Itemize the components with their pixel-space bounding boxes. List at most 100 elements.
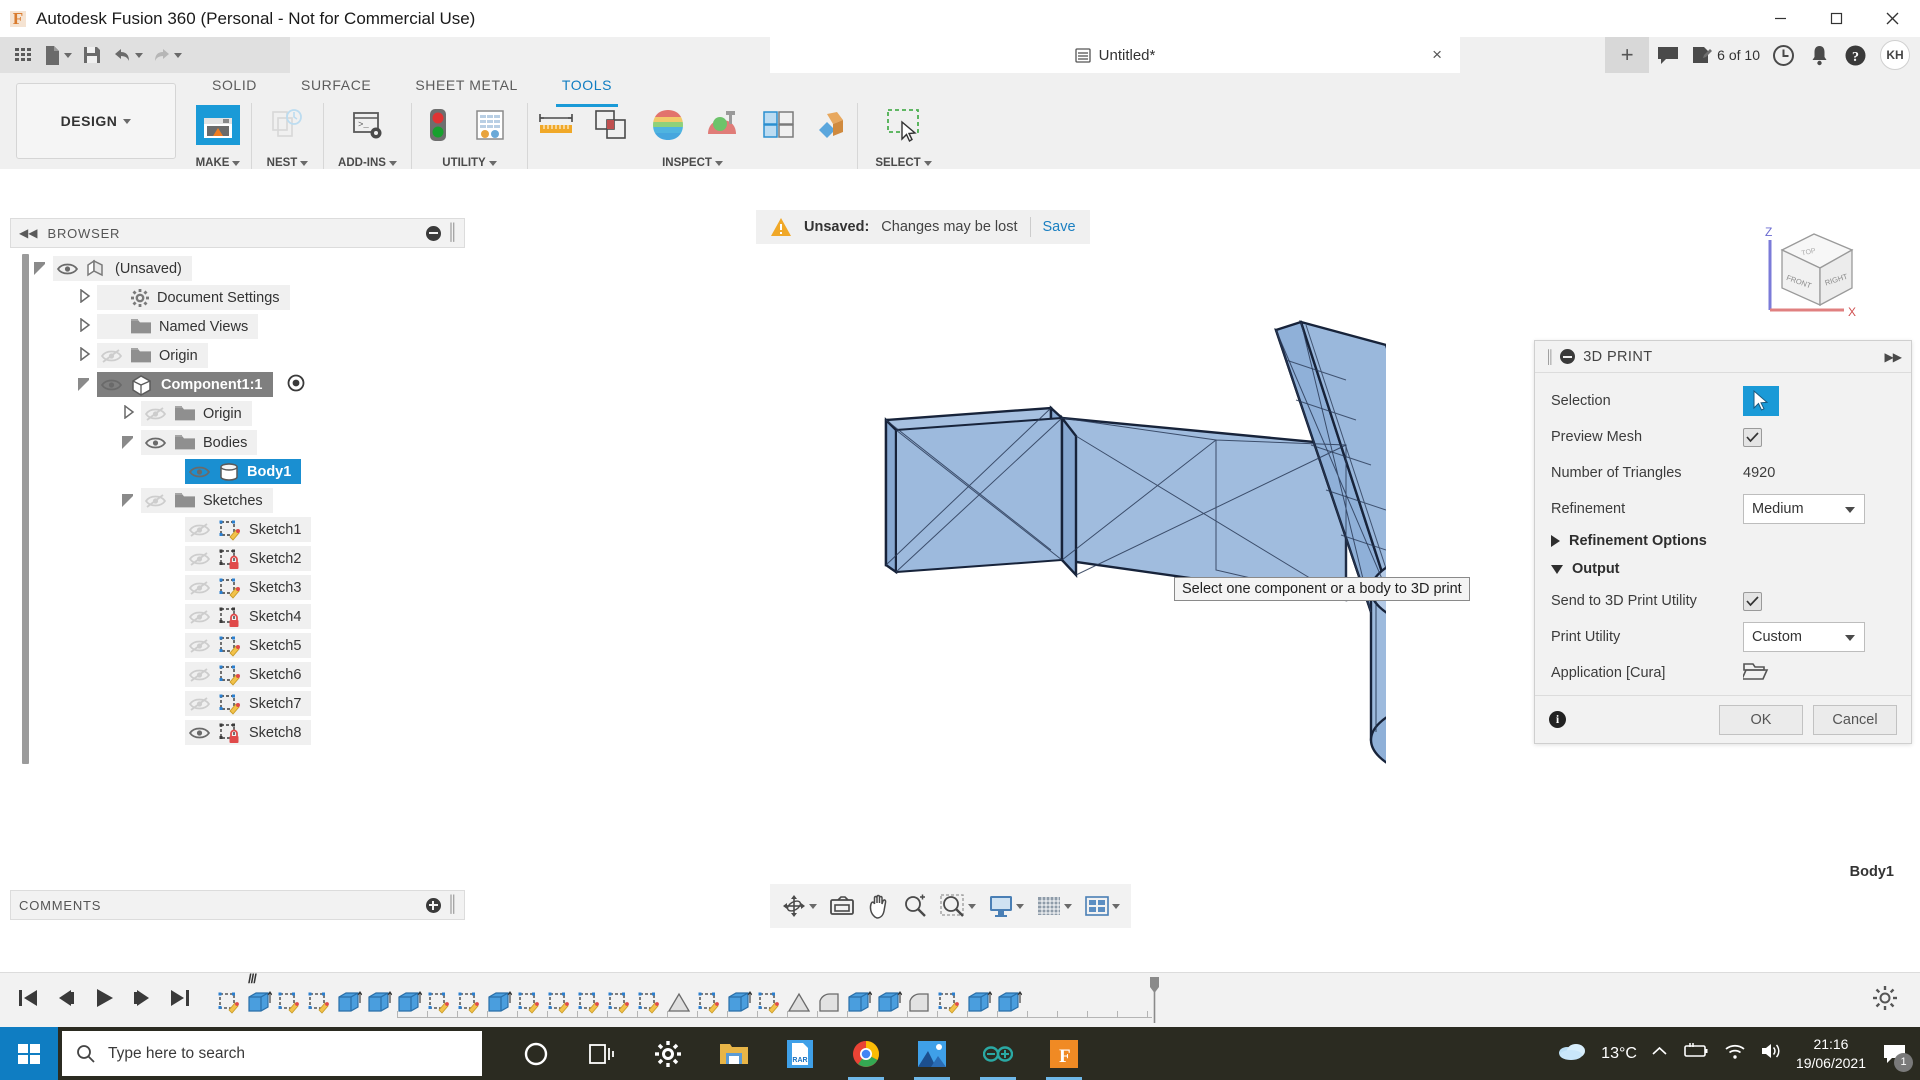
- extrude-feature[interactable]: [364, 983, 394, 1023]
- tab-tools[interactable]: TOOLS: [540, 73, 634, 103]
- tree-node-content[interactable]: Origin: [141, 401, 252, 426]
- clock[interactable]: 21:16 19/06/2021: [1796, 1035, 1866, 1073]
- panel-grip-icon[interactable]: ║: [447, 896, 456, 914]
- tree-node-content[interactable]: (Unsaved): [53, 256, 192, 281]
- save-link[interactable]: Save: [1043, 219, 1076, 235]
- expand-toggle-open-icon[interactable]: [78, 378, 91, 391]
- timeline-settings-icon[interactable]: [1872, 985, 1898, 1016]
- dialog-expand-icon[interactable]: ▶▶: [1885, 350, 1901, 364]
- expand-toggle-open-icon[interactable]: [122, 494, 135, 507]
- expand-toggle-open-icon[interactable]: [34, 262, 47, 275]
- extrude-feature[interactable]: ///: [244, 983, 274, 1023]
- play-button[interactable]: [92, 987, 116, 1014]
- draft-analysis-command[interactable]: [751, 103, 807, 145]
- tree-node-content[interactable]: Sketch4: [185, 604, 311, 629]
- tree-node[interactable]: Sketch7: [28, 689, 465, 718]
- job-status-button[interactable]: 6 of 10: [1687, 37, 1764, 73]
- tree-node[interactable]: Sketch8: [28, 718, 465, 747]
- viewports-button[interactable]: [1079, 887, 1125, 925]
- windows-start-button[interactable]: [0, 1027, 58, 1080]
- document-tab[interactable]: Untitled* ×: [770, 37, 1460, 73]
- visibility-eye-icon[interactable]: [189, 696, 211, 712]
- group-caption-select[interactable]: SELECT: [858, 157, 949, 169]
- dialog-header[interactable]: ║ 3D PRINT ▶▶: [1535, 341, 1911, 373]
- visibility-eye-icon[interactable]: [189, 464, 211, 480]
- tree-node-content[interactable]: Sketch6: [185, 662, 311, 687]
- tree-node[interactable]: Sketch3: [28, 573, 465, 602]
- visibility-eye-icon[interactable]: [57, 261, 79, 277]
- view-cube[interactable]: Z X TOP FRONT RIGHT: [1752, 210, 1872, 335]
- open-folder-button[interactable]: [1743, 660, 1769, 687]
- tree-node[interactable]: Sketches: [28, 486, 465, 515]
- tab-solid[interactable]: SOLID: [190, 73, 279, 103]
- compute-all-command[interactable]: [412, 103, 464, 145]
- tree-node-content[interactable]: Bodies: [141, 430, 257, 455]
- show-hidden-icons-icon[interactable]: [1651, 1045, 1668, 1063]
- tree-node[interactable]: Named Views: [28, 312, 465, 341]
- tree-node[interactable]: Document Settings: [28, 283, 465, 312]
- tree-node[interactable]: Sketch4: [28, 602, 465, 631]
- zebra-analysis-command[interactable]: [695, 103, 751, 145]
- tree-node[interactable]: Component1:1: [28, 370, 465, 399]
- print-utility-select[interactable]: Custom: [1743, 622, 1865, 652]
- sketch-feature[interactable]: [304, 983, 334, 1023]
- expand-toggle-closed-icon[interactable]: [78, 347, 91, 365]
- tree-node-content[interactable]: Sketch7: [185, 691, 311, 716]
- step-backward-button[interactable]: [54, 987, 78, 1014]
- cortana-icon[interactable]: [516, 1032, 556, 1076]
- model-parameters-command[interactable]: [464, 103, 516, 145]
- tree-node-content[interactable]: Component1:1: [97, 372, 273, 397]
- output-section[interactable]: Output: [1535, 555, 1911, 583]
- display-settings-button[interactable]: [983, 887, 1029, 925]
- tab-sheet-metal[interactable]: SHEET METAL: [393, 73, 540, 103]
- collapse-left-icon[interactable]: ◀◀: [19, 226, 37, 240]
- tree-node[interactable]: Origin: [28, 399, 465, 428]
- info-icon[interactable]: i: [1549, 711, 1566, 728]
- tree-node-content[interactable]: Sketches: [141, 488, 273, 513]
- jump-to-end-button[interactable]: [168, 987, 192, 1014]
- volume-icon[interactable]: [1760, 1042, 1782, 1065]
- tree-node-content[interactable]: Body1: [185, 459, 301, 484]
- look-at-button[interactable]: [824, 887, 860, 925]
- sketch-feature[interactable]: [214, 983, 244, 1023]
- browser-scrollbar[interactable]: [22, 254, 29, 764]
- battery-charging-icon[interactable]: [1682, 1042, 1710, 1065]
- group-caption-inspect[interactable]: INSPECT: [528, 157, 857, 169]
- minimize-button[interactable]: [1752, 0, 1808, 37]
- 3d-print-command[interactable]: [185, 103, 251, 145]
- model-geometry[interactable]: [466, 240, 1386, 800]
- tree-node-content[interactable]: Sketch8: [185, 720, 311, 745]
- wifi-icon[interactable]: [1724, 1042, 1746, 1065]
- group-caption-utility[interactable]: UTILITY: [412, 157, 527, 169]
- visibility-eye-icon[interactable]: [145, 406, 167, 422]
- select-command[interactable]: [858, 103, 949, 145]
- arduino-icon[interactable]: [978, 1032, 1018, 1076]
- selection-button[interactable]: [1743, 386, 1779, 416]
- settings-gear-icon[interactable]: [648, 1032, 688, 1076]
- taskbar-search[interactable]: Type here to search: [62, 1031, 482, 1076]
- notification-bell-icon[interactable]: [1802, 37, 1836, 73]
- extrude-feature[interactable]: [334, 983, 364, 1023]
- section-analysis-command[interactable]: [807, 103, 857, 145]
- winrar-icon[interactable]: RAR: [780, 1032, 820, 1076]
- timeline-end-marker[interactable]: [1149, 977, 1158, 1021]
- app-grid-icon[interactable]: [8, 40, 38, 70]
- fusion360-icon[interactable]: F: [1044, 1032, 1084, 1076]
- send-utility-checkbox[interactable]: [1743, 592, 1762, 611]
- file-explorer-icon[interactable]: [714, 1032, 754, 1076]
- tree-node-content[interactable]: Origin: [97, 343, 208, 368]
- undo-button[interactable]: [109, 40, 146, 70]
- photos-icon[interactable]: [912, 1032, 952, 1076]
- notifications-button[interactable]: 1: [1880, 1039, 1910, 1069]
- tree-node[interactable]: Body1: [28, 457, 465, 486]
- zoom-window-button[interactable]: [935, 887, 981, 925]
- browser-minimize-icon[interactable]: [426, 226, 441, 241]
- sketch-feature[interactable]: [274, 983, 304, 1023]
- tree-node[interactable]: Sketch1: [28, 515, 465, 544]
- preview-mesh-checkbox[interactable]: [1743, 428, 1762, 447]
- measure-command[interactable]: [528, 103, 584, 145]
- redo-button[interactable]: [148, 40, 185, 70]
- tree-node[interactable]: Origin: [28, 341, 465, 370]
- tree-node[interactable]: Sketch6: [28, 660, 465, 689]
- history-icon[interactable]: [1766, 37, 1800, 73]
